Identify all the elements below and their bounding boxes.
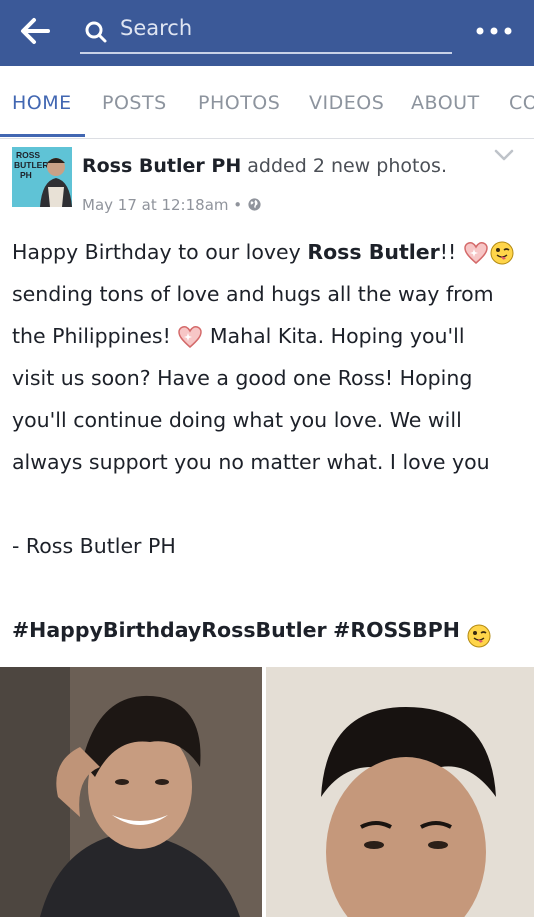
search-input[interactable]: Search — [80, 10, 452, 54]
page-tabs: HOME POSTS PHOTOS VIDEOS ABOUT CO — [0, 66, 534, 139]
post-action: added 2 new photos. — [247, 155, 447, 177]
svg-text:BUTLER: BUTLER — [14, 160, 48, 170]
more-options-icon[interactable] — [474, 24, 514, 38]
sparkling-heart-emoji-icon — [178, 326, 203, 348]
post-meta: May 17 at 12:18am • — [82, 196, 262, 214]
post-signature: - Ross Butler PH — [12, 534, 176, 558]
top-bar: Search — [0, 0, 534, 66]
chevron-down-icon[interactable] — [494, 148, 514, 162]
tab-posts[interactable]: POSTS — [102, 92, 167, 114]
hashtag-link[interactable]: #HappyBirthdayRossButler — [12, 618, 327, 642]
post-hashtags: #HappyBirthdayRossButler #ROSSBPH — [12, 609, 522, 651]
tab-videos[interactable]: VIDEOS — [309, 92, 384, 114]
tab-about[interactable]: ABOUT — [411, 92, 480, 114]
tab-community[interactable]: CO — [509, 92, 534, 114]
photo-2-image — [266, 667, 534, 917]
winking-tongue-emoji-icon — [467, 624, 491, 648]
photo-grid — [0, 667, 534, 917]
mention-link[interactable]: Ross Butler — [307, 240, 439, 264]
post-line: you'll continue doing what you love. We … — [12, 408, 462, 432]
winking-tongue-emoji-icon — [490, 241, 514, 265]
tab-home[interactable]: HOME — [12, 92, 72, 114]
tab-photos[interactable]: PHOTOS — [198, 92, 280, 114]
post-header: Ross Butler PH added 2 new photos. — [82, 155, 447, 177]
post-line: visit us soon? Have a good one Ross! Hop… — [12, 366, 473, 390]
svg-text:PH: PH — [20, 170, 32, 180]
sparkling-heart-emoji-icon — [464, 242, 488, 264]
post-line: the Philippines! Mahal Kita. Hoping you'… — [12, 324, 465, 348]
post-line: always support you no matter what. I lov… — [12, 450, 490, 474]
svg-text:ROSS: ROSS — [16, 150, 40, 160]
back-arrow-icon[interactable] — [18, 14, 52, 48]
avatar[interactable]: ROSS BUTLER PH — [12, 147, 72, 207]
search-placeholder: Search — [120, 16, 193, 40]
post-line: Happy Birthday to our lovey Ross Butler!… — [12, 231, 522, 273]
post-line: sending tons of love and hugs all the wa… — [12, 282, 494, 306]
photo-1-image — [0, 667, 262, 917]
author-name[interactable]: Ross Butler PH — [82, 155, 241, 177]
hashtag-link[interactable]: #ROSSBPH — [333, 618, 460, 642]
avatar-image: ROSS BUTLER PH — [12, 147, 72, 207]
globe-icon — [248, 198, 261, 211]
search-icon — [85, 21, 107, 43]
separator-dot: • — [233, 196, 243, 214]
post-timestamp[interactable]: May 17 at 12:18am — [82, 196, 229, 214]
active-tab-indicator — [0, 134, 85, 137]
post-text: Happy Birthday to our lovey Ross Butler!… — [12, 231, 522, 651]
photo-2[interactable] — [266, 667, 534, 917]
photo-1[interactable] — [0, 667, 262, 917]
